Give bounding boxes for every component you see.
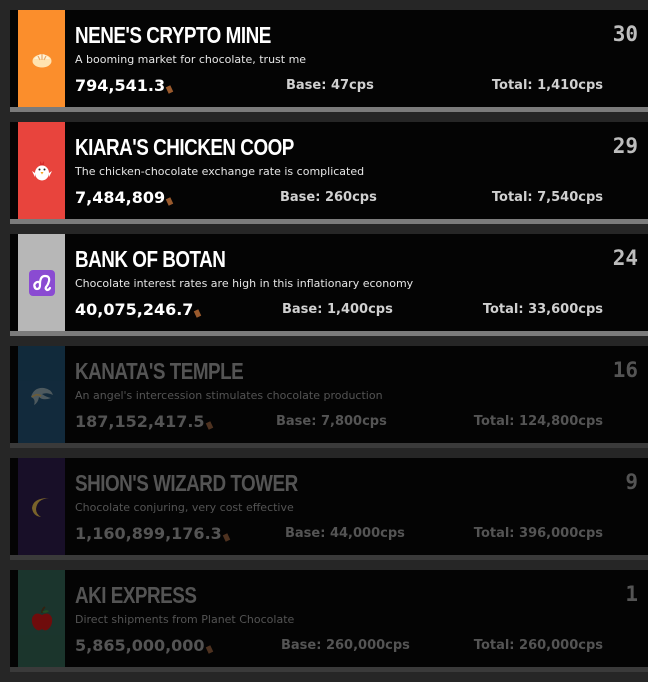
building-name: NENE'S CRYPTO MINE	[75, 22, 271, 48]
chocolate-icon	[165, 197, 174, 206]
building-total-rate: Total: 33,600cps	[482, 302, 603, 317]
building-total-rate: Total: 7,540cps	[491, 190, 603, 205]
building-description: A booming market for chocolate, trust me	[75, 53, 307, 66]
building-thumbnail	[18, 346, 65, 443]
building-count: 29	[612, 134, 638, 158]
building-total-rate: Total: 260,000cps	[473, 638, 603, 653]
building-description: Direct shipments from Planet Chocolate	[75, 613, 295, 626]
leo-icon	[28, 269, 55, 296]
building-amount: 1,160,899,176.3	[75, 524, 231, 543]
chocolate-icon	[165, 85, 174, 94]
amount-value: 794,541.3	[75, 76, 166, 95]
building-card-kanata-temple[interactable]: KANATA'S TEMPLE An angel's intercession …	[10, 346, 648, 448]
building-thumbnail	[18, 10, 65, 107]
building-thumbnail	[18, 122, 65, 219]
building-description: The chicken-chocolate exchange rate is c…	[75, 165, 365, 178]
building-card-shion-wizard-tower[interactable]: SHION'S WIZARD TOWER Chocolate conjuring…	[10, 458, 648, 560]
building-card-bank-of-botan[interactable]: BANK OF BOTAN Chocolate interest rates a…	[10, 234, 648, 336]
building-amount: 187,152,417.5	[75, 412, 213, 431]
chocolate-icon	[222, 533, 231, 542]
amount-value: 40,075,246.7	[75, 300, 194, 319]
building-total-rate: Total: 124,800cps	[473, 414, 603, 429]
building-amount: 40,075,246.7	[75, 300, 202, 319]
building-thumbnail	[18, 458, 65, 555]
chocolate-icon	[205, 421, 213, 430]
building-base-rate: Base: 260,000cps	[281, 638, 410, 653]
building-card-nene-crypto-mine[interactable]: NENE'S CRYPTO MINE A booming market for …	[10, 10, 648, 112]
building-count: 1	[625, 582, 638, 606]
building-base-rate: Base: 47cps	[286, 78, 374, 93]
building-thumbnail	[18, 570, 65, 667]
amount-value: 187,152,417.5	[75, 412, 205, 431]
building-card-kiara-chicken-coop[interactable]: KIARA'S CHICKEN COOP The chicken-chocola…	[10, 122, 648, 224]
building-amount: 7,484,809	[75, 188, 174, 207]
apple-icon	[30, 605, 54, 632]
building-base-rate: Base: 7,800cps	[276, 414, 387, 429]
building-count: 16	[612, 358, 638, 382]
building-base-rate: Base: 1,400cps	[282, 302, 393, 317]
building-base-rate: Base: 260cps	[280, 190, 377, 205]
building-count: 24	[612, 246, 638, 270]
amount-value: 5,865,000,000	[75, 636, 205, 655]
building-total-rate: Total: 396,000cps	[473, 526, 603, 541]
building-thumbnail	[18, 234, 65, 331]
building-card-aki-express[interactable]: AKI EXPRESS Direct shipments from Planet…	[10, 570, 648, 672]
building-name: AKI EXPRESS	[75, 582, 197, 608]
crescent-moon-icon	[30, 495, 54, 519]
chocolate-icon	[205, 645, 213, 654]
amount-value: 1,160,899,176.3	[75, 524, 222, 543]
building-description: Chocolate conjuring, very cost effective	[75, 501, 294, 514]
bun-icon	[31, 50, 53, 68]
building-name: KANATA'S TEMPLE	[75, 358, 244, 384]
halo-wing-icon	[29, 383, 55, 407]
building-amount: 794,541.3	[75, 76, 174, 95]
amount-value: 7,484,809	[75, 188, 166, 207]
building-description: Chocolate interest rates are high in thi…	[75, 277, 414, 290]
building-name: KIARA'S CHICKEN COOP	[75, 134, 294, 160]
building-list: NENE'S CRYPTO MINE A booming market for …	[10, 10, 648, 682]
building-count: 9	[625, 470, 638, 494]
building-count: 30	[612, 22, 638, 46]
building-name: BANK OF BOTAN	[75, 246, 226, 272]
building-base-rate: Base: 44,000cps	[285, 526, 405, 541]
building-amount: 5,865,000,000	[75, 636, 213, 655]
building-description: An angel's intercession stimulates choco…	[75, 389, 383, 402]
building-name: SHION'S WIZARD TOWER	[75, 470, 298, 496]
chicken-icon	[31, 160, 52, 182]
chocolate-icon	[194, 309, 202, 318]
building-total-rate: Total: 1,410cps	[491, 78, 603, 93]
